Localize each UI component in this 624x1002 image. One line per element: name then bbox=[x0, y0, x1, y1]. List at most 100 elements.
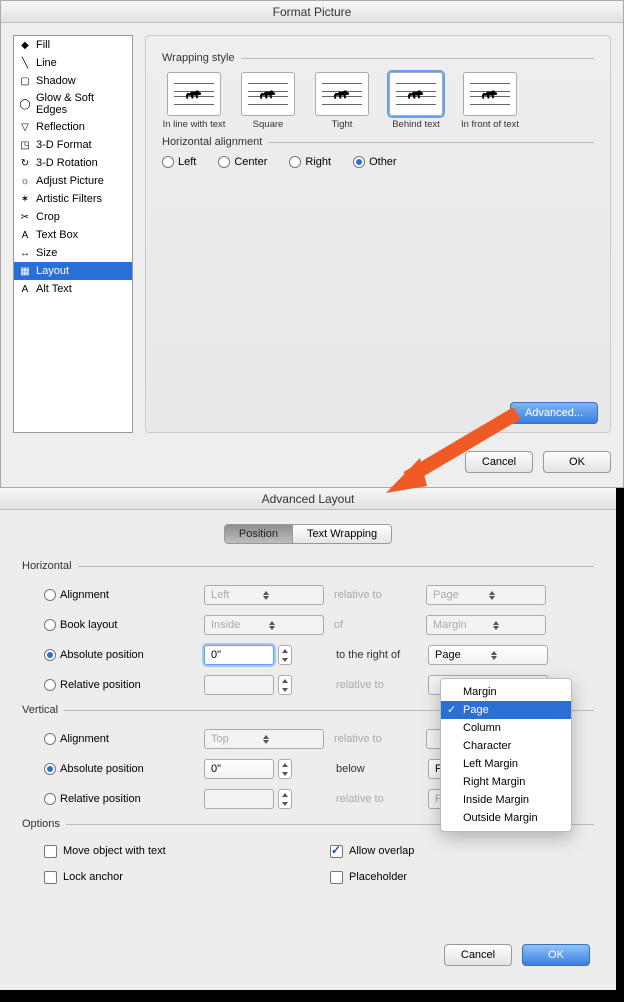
lock-checkbox[interactable] bbox=[44, 871, 57, 884]
dog-icon bbox=[259, 88, 277, 100]
sidebar-icon: A bbox=[18, 282, 32, 296]
sidebar-item-crop[interactable]: ✂ Crop bbox=[14, 208, 132, 226]
wrap-option-tight[interactable]: Tight bbox=[310, 72, 374, 130]
v-relative-radio[interactable]: Relative position bbox=[44, 793, 204, 805]
h-alignment-radio[interactable]: Alignment bbox=[44, 589, 204, 601]
layout-panel: Wrapping style In line with textSquareTi… bbox=[145, 35, 611, 433]
sidebar-icon: ✂ bbox=[18, 210, 32, 224]
second-window-wrap: Advanced Layout Position Text Wrapping H… bbox=[0, 488, 624, 1002]
advanced-layout-dialog: Advanced Layout Position Text Wrapping H… bbox=[0, 488, 616, 990]
sidebar-item-layout[interactable]: ▦ Layout bbox=[14, 262, 132, 280]
alignment-radios: Left Center Right Other bbox=[162, 156, 594, 168]
v-absolute-stepper[interactable] bbox=[278, 759, 292, 779]
ok-button[interactable]: OK bbox=[543, 451, 611, 473]
v-alignment-combo[interactable]: Top bbox=[204, 729, 324, 749]
dialog-title: Advanced Layout bbox=[0, 488, 616, 510]
sidebar-item-label: Glow & Soft Edges bbox=[36, 92, 128, 116]
sidebar-item-label: Crop bbox=[36, 211, 60, 223]
horizontal-alignment-label: Horizontal alignment bbox=[162, 136, 262, 148]
align-radio-label: Left bbox=[178, 156, 196, 168]
sidebar-item-alt-text[interactable]: A Alt Text bbox=[14, 280, 132, 298]
sidebar-item-text-box[interactable]: AText Box bbox=[14, 226, 132, 244]
v-absolute-radio[interactable]: Absolute position bbox=[44, 763, 204, 775]
ok-button[interactable]: OK bbox=[522, 944, 590, 966]
align-radio-center[interactable]: Center bbox=[218, 156, 267, 168]
dog-icon bbox=[407, 88, 425, 100]
wrap-option-behind-text[interactable]: Behind text bbox=[384, 72, 448, 130]
h-absolute-rel-combo[interactable]: Page bbox=[428, 645, 548, 665]
dropdown-option-inside-margin[interactable]: Inside Margin bbox=[441, 791, 571, 809]
dialog-title: Format Picture bbox=[1, 1, 623, 23]
wrap-option-label: Square bbox=[236, 120, 300, 130]
relative-to-dropdown[interactable]: MarginPageColumnCharacterLeft MarginRigh… bbox=[440, 678, 572, 832]
sidebar-item-artistic-filters[interactable]: ✶Artistic Filters bbox=[14, 190, 132, 208]
cancel-button[interactable]: Cancel bbox=[465, 451, 533, 473]
dropdown-option-outside-margin[interactable]: Outside Margin bbox=[441, 809, 571, 827]
v-relative-input[interactable] bbox=[204, 789, 274, 809]
sidebar-item-reflection[interactable]: ▽Reflection bbox=[14, 118, 132, 136]
sidebar-item-size[interactable]: ↔ Size bbox=[14, 244, 132, 262]
sidebar-icon: ✶ bbox=[18, 192, 32, 206]
h-alignment-combo[interactable]: Left bbox=[204, 585, 324, 605]
sidebar-item-fill[interactable]: ◆Fill bbox=[14, 36, 132, 54]
tab-switcher: Position Text Wrapping bbox=[224, 524, 392, 544]
dropdown-option-column[interactable]: Column bbox=[441, 719, 571, 737]
h-relative-stepper[interactable] bbox=[278, 675, 292, 695]
sidebar-icon: ▦ bbox=[18, 264, 32, 278]
sidebar-item-label: 3-D Format bbox=[36, 139, 92, 151]
vertical-group-label: Vertical bbox=[22, 704, 58, 716]
overlap-checkbox[interactable] bbox=[330, 845, 343, 858]
align-radio-label: Center bbox=[234, 156, 267, 168]
h-book-rel-combo[interactable]: Margin bbox=[426, 615, 546, 635]
cancel-button[interactable]: Cancel bbox=[444, 944, 512, 966]
sidebar-item-label: Layout bbox=[36, 265, 69, 277]
sidebar-item-label: Alt Text bbox=[36, 283, 72, 295]
wrap-option-in-front-of-text[interactable]: In front of text bbox=[458, 72, 522, 130]
sidebar-item-adjust-picture[interactable]: ☼ Adjust Picture bbox=[14, 172, 132, 190]
wrap-option-in-line-with-text[interactable]: In line with text bbox=[162, 72, 226, 130]
sidebar-item-line[interactable]: ╲Line bbox=[14, 54, 132, 72]
align-radio-left[interactable]: Left bbox=[162, 156, 196, 168]
dropdown-option-character[interactable]: Character bbox=[441, 737, 571, 755]
sidebar-item-label: Adjust Picture bbox=[36, 175, 104, 187]
h-absolute-radio[interactable]: Absolute position bbox=[44, 649, 204, 661]
sidebar-icon: ☼ bbox=[18, 174, 32, 188]
sidebar-item-3-d-format[interactable]: ◳3-D Format bbox=[14, 136, 132, 154]
align-radio-label: Right bbox=[305, 156, 331, 168]
sidebar-item-shadow[interactable]: ▢Shadow bbox=[14, 72, 132, 90]
sidebar-icon: ↻ bbox=[18, 156, 32, 170]
dropdown-option-left-margin[interactable]: Left Margin bbox=[441, 755, 571, 773]
h-relative-radio[interactable]: Relative position bbox=[44, 679, 204, 691]
sidebar-item-glow-soft-edges[interactable]: ◯ Glow & Soft Edges bbox=[14, 90, 132, 118]
h-book-combo[interactable]: Inside bbox=[204, 615, 324, 635]
h-alignment-rel-combo[interactable]: Page bbox=[426, 585, 546, 605]
wrapping-options: In line with text Square TightBehind textI… bbox=[162, 72, 594, 130]
sidebar-icon: ◯ bbox=[18, 97, 32, 111]
options-group-label: Options bbox=[22, 818, 60, 830]
align-radio-right[interactable]: Right bbox=[289, 156, 331, 168]
v-absolute-input[interactable]: 0" bbox=[204, 759, 274, 779]
sidebar-item-3-d-rotation[interactable]: ↻3-D Rotation bbox=[14, 154, 132, 172]
dog-icon bbox=[185, 88, 203, 100]
h-book-radio[interactable]: Book layout bbox=[44, 619, 204, 631]
dropdown-option-right-margin[interactable]: Right Margin bbox=[441, 773, 571, 791]
wrap-option-square[interactable]: Square bbox=[236, 72, 300, 130]
move-checkbox[interactable] bbox=[44, 845, 57, 858]
dropdown-option-page[interactable]: Page bbox=[441, 701, 571, 719]
align-radio-other[interactable]: Other bbox=[353, 156, 397, 168]
sidebar-item-label: Size bbox=[36, 247, 57, 259]
h-absolute-input[interactable]: 0" bbox=[204, 645, 274, 665]
h-absolute-stepper[interactable] bbox=[278, 645, 292, 665]
format-picture-dialog: Format Picture ◆Fill╲Line▢Shadow ◯ Glow & … bbox=[0, 0, 624, 488]
sidebar-item-label: Fill bbox=[36, 39, 50, 51]
sidebar-icon: ↔ bbox=[18, 246, 32, 260]
v-relative-stepper[interactable] bbox=[278, 789, 292, 809]
dropdown-option-margin[interactable]: Margin bbox=[441, 683, 571, 701]
v-alignment-radio[interactable]: Alignment bbox=[44, 733, 204, 745]
tab-text-wrapping[interactable]: Text Wrapping bbox=[293, 525, 391, 543]
tab-position[interactable]: Position bbox=[225, 525, 293, 543]
h-relative-input[interactable] bbox=[204, 675, 274, 695]
advanced-button[interactable]: Advanced... bbox=[510, 402, 598, 424]
placeholder-checkbox[interactable] bbox=[330, 871, 343, 884]
dog-icon bbox=[481, 88, 499, 100]
